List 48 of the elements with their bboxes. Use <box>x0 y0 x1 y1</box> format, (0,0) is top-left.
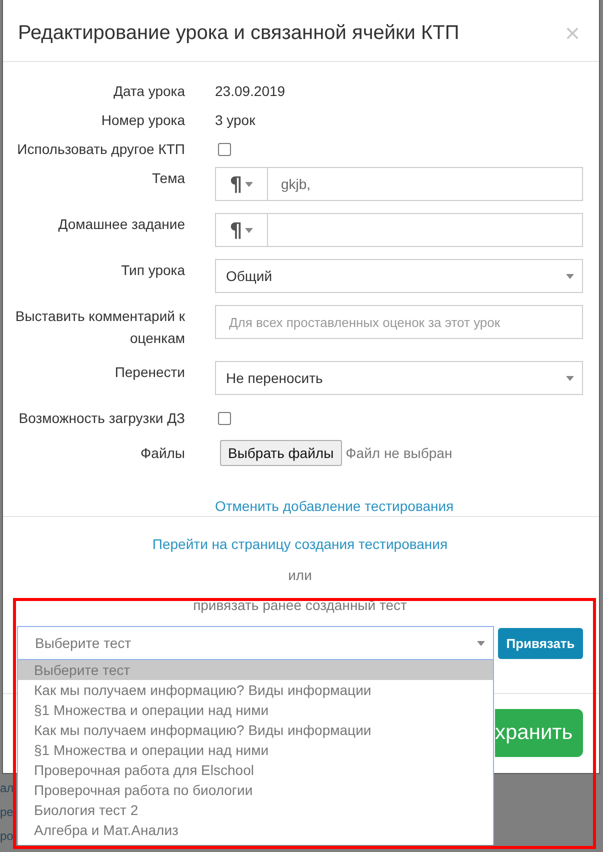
caret-icon <box>566 274 574 278</box>
create-testing-link[interactable]: Перейти на страницу создания тестирования <box>152 536 448 552</box>
attach-button[interactable]: Привязать <box>498 628 583 659</box>
test-select[interactable]: Выберите тест <box>17 626 494 660</box>
dropdown-option[interactable]: Как мы получаем информацию? Виды информации <box>18 680 493 700</box>
field-label: Перенести <box>114 363 185 382</box>
caret-icon <box>245 228 254 232</box>
save-button[interactable]: хранить <box>495 709 583 757</box>
dropdown-option[interactable]: Выберите тест <box>18 660 493 680</box>
field-label: Выставить комментарий к оценкам <box>14 307 185 348</box>
background-text: ро <box>0 828 14 845</box>
caret-icon <box>477 640 485 646</box>
format-dropdown-button[interactable]: ¶ <box>215 213 268 247</box>
field-value: 3 урок <box>215 111 256 130</box>
caret-icon <box>245 182 254 186</box>
text-input[interactable]: gkjb, <box>268 167 583 201</box>
field-label: Использовать другое КТП <box>17 140 185 159</box>
field-label: Дата урока <box>113 82 185 101</box>
file-status-text: Файл не выбран <box>346 444 452 463</box>
dropdown-option[interactable]: §1 Множества и операции над ними <box>18 700 493 720</box>
background-text: ал <box>0 780 14 797</box>
dropdown-option[interactable]: Алгебра и Мат.Анализ <box>18 820 493 840</box>
field-label: Файлы <box>140 444 185 463</box>
select-field[interactable]: Общий <box>215 259 583 293</box>
field-label: Номер урока <box>101 111 185 130</box>
choose-files-button[interactable]: Выбрать файлы <box>220 440 342 466</box>
select-field[interactable]: Не переносить <box>215 361 583 395</box>
caret-icon <box>566 376 574 380</box>
field-label: Домашнее задание <box>58 215 185 234</box>
field-label: Тип урока <box>121 261 185 280</box>
checkbox[interactable] <box>218 412 231 424</box>
dropdown-option[interactable]: §1 Множества и операции над ними <box>18 740 493 760</box>
field-value: 23.09.2019 <box>215 82 286 101</box>
format-dropdown-button[interactable]: ¶ <box>215 167 268 201</box>
dropdown-option[interactable]: Проверочная работа по биологии <box>18 780 493 800</box>
attach-caption: привязать ранее созданный тест <box>193 597 407 613</box>
dropdown-option[interactable]: Проверочная работа для Elschool <box>18 760 493 780</box>
background-text: ре <box>0 804 14 821</box>
dialog-title: Редактирование урока и связанной ячейки КТП <box>18 21 460 46</box>
checkbox[interactable] <box>218 142 231 156</box>
comment-input[interactable]: Для всех проставленных оценок за этот урок <box>215 305 583 339</box>
cancel-testing-link[interactable]: Отменить добавление тестирования <box>215 498 454 514</box>
dropdown-option[interactable]: Как мы получаем информацию? Виды информации <box>18 720 493 740</box>
field-label: Возможность загрузки ДЗ <box>18 409 185 428</box>
dropdown-option[interactable]: Биология тест 2 <box>18 800 493 820</box>
field-label: Тема <box>152 169 185 188</box>
or-text: или <box>288 567 312 583</box>
text-input[interactable] <box>268 213 583 247</box>
